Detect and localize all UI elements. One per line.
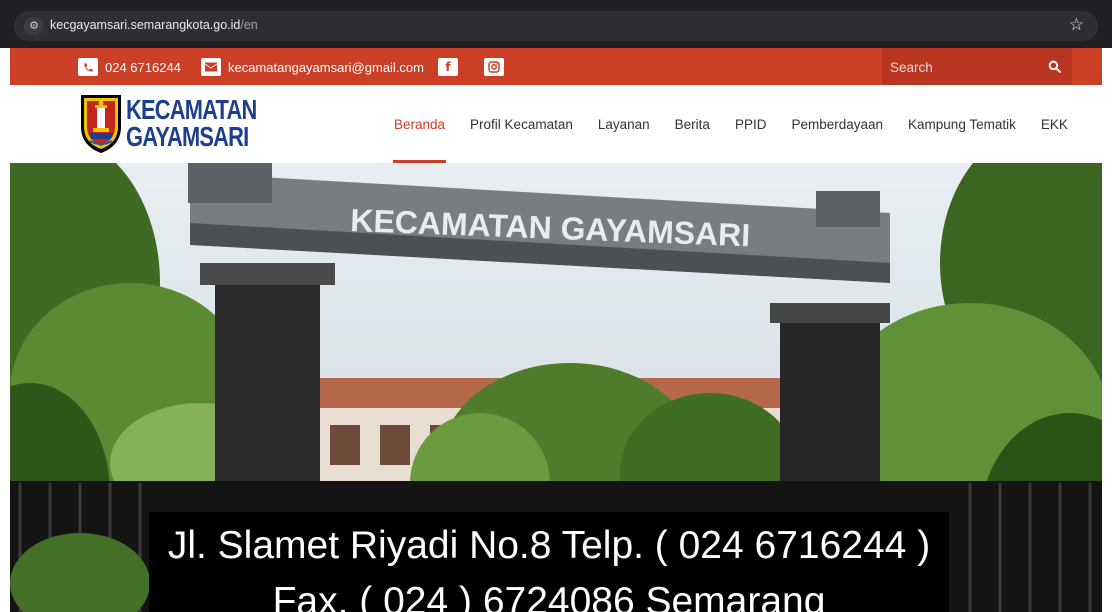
phone-number: 024 6716244 (105, 59, 181, 75)
url-text[interactable]: kecgayamsari.semarangkota.go.id/en (50, 18, 258, 32)
phone-contact[interactable]: 024 6716244 (78, 58, 181, 76)
nav-item-pemberdayaan[interactable]: Pemberdayaan (791, 85, 883, 163)
search-input[interactable] (890, 56, 1030, 78)
logo-line2: GAYAMSARI (126, 121, 249, 152)
nav-item-berita[interactable]: Berita (675, 85, 710, 163)
phone-icon (78, 58, 98, 76)
browser-toolbar: ⚙ kecgayamsari.semarangkota.go.id/en ☆ (0, 0, 1112, 48)
logo-wordmark: KECAMATAN GAYAMSARI (126, 94, 293, 152)
facebook-icon[interactable]: f (438, 58, 458, 76)
instagram-icon[interactable] (484, 58, 504, 76)
email-address: kecamatangayamsari@gmail.com (228, 59, 424, 75)
nav-item-ppid[interactable]: PPID (735, 85, 767, 163)
search-icon[interactable] (1042, 54, 1066, 78)
site-logo[interactable]: KECAMATAN GAYAMSARI (78, 93, 293, 155)
nav-item-profil-kecamatan[interactable]: Profil Kecamatan (470, 85, 573, 163)
search-form (882, 48, 1072, 85)
nav-item-beranda[interactable]: Beranda (392, 85, 447, 163)
main-nav: Beranda Profil Kecamatan Layanan Berita … (392, 85, 1093, 163)
caption-fax: Fax. ( 024 ) 6724086 Semarang (272, 580, 826, 612)
emblem-icon (81, 95, 121, 153)
top-contact-bar: 024 6716244 kecamatangayamsari@gmail.com… (10, 48, 1102, 85)
caption-address: Jl. Slamet Riyadi No.8 Telp. ( 024 67162… (167, 524, 931, 567)
nav-item-ekk[interactable]: EKK (1041, 85, 1068, 163)
site-info-icon[interactable]: ⚙ (24, 17, 44, 35)
address-bar[interactable]: ⚙ kecgayamsari.semarangkota.go.id/en ☆ (14, 11, 1098, 41)
email-contact[interactable]: kecamatangayamsari@gmail.com (201, 58, 424, 76)
envelope-icon (201, 58, 221, 76)
logo-line1: KECAMATAN (126, 94, 257, 126)
nav-item-kampung-tematik[interactable]: Kampung Tematik (908, 85, 1016, 163)
nav-item-layanan[interactable]: Layanan (598, 85, 650, 163)
hero-slider[interactable]: KECAMATAN GAYAMSARI Jl. Slamet Riyadi No… (10, 163, 1102, 612)
hero-caption: Jl. Slamet Riyadi No.8 Telp. ( 024 67162… (149, 512, 949, 612)
site-header: KECAMATAN GAYAMSARI Beranda Profil Kecam… (10, 85, 1102, 163)
star-icon[interactable]: ☆ (1069, 15, 1084, 35)
